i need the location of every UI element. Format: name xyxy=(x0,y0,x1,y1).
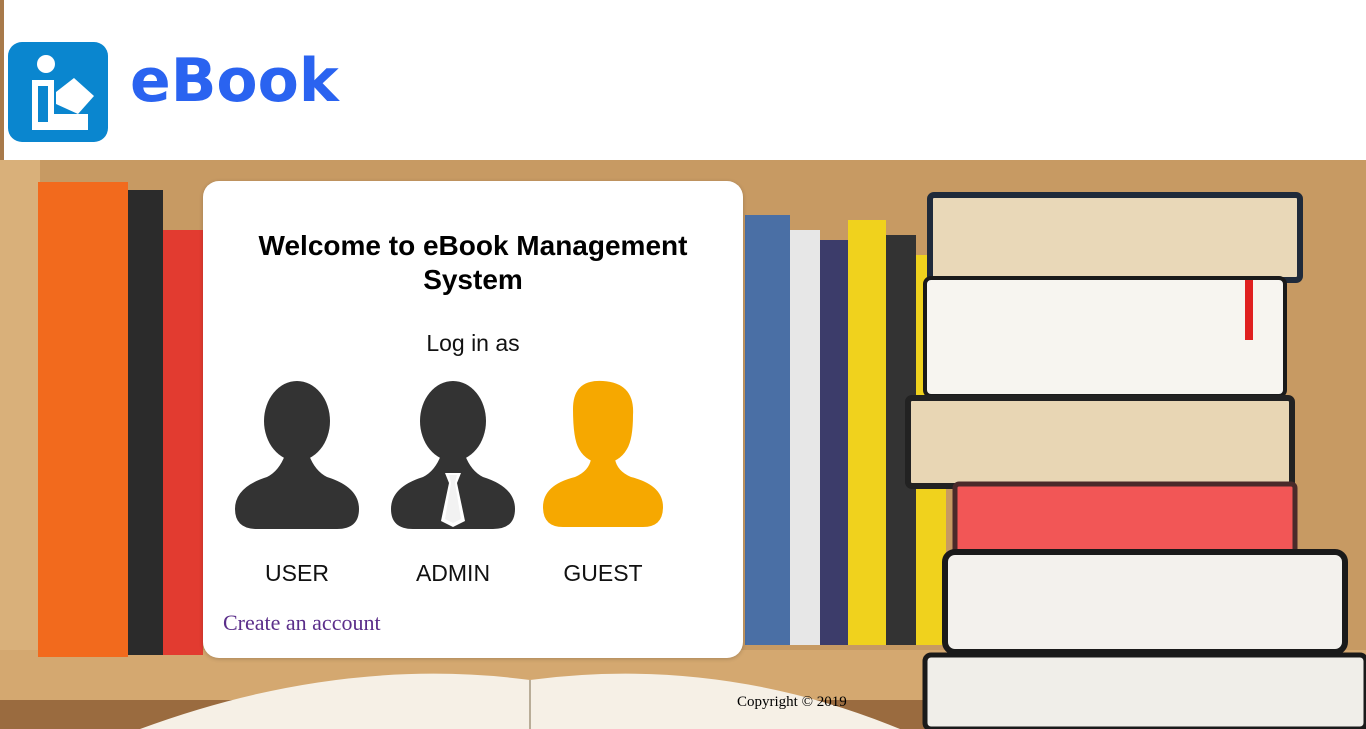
header: eBook xyxy=(0,0,1366,160)
login-card: Welcome to eBook Management System Log i… xyxy=(203,181,743,658)
user-label: USER xyxy=(265,560,329,586)
brand-title[interactable]: eBook xyxy=(130,48,339,114)
copyright-text: Copyright © 2019 xyxy=(737,694,847,710)
guest-label: GUEST xyxy=(563,560,643,586)
welcome-title: Welcome to eBook Management System xyxy=(258,230,688,295)
create-account-link[interactable]: Create an account xyxy=(223,610,381,636)
user-silhouette-icon xyxy=(235,381,359,529)
reading-person-icon xyxy=(32,55,94,130)
logo[interactable] xyxy=(8,42,108,142)
admin-login-option[interactable]: ADMIN xyxy=(383,379,523,586)
guest-silhouette-icon xyxy=(543,380,663,527)
login-as-label: Log in as xyxy=(426,330,520,356)
user-login-option[interactable]: USER xyxy=(227,379,367,586)
guest-login-option[interactable]: GUEST xyxy=(533,379,673,586)
admin-label: ADMIN xyxy=(415,560,491,586)
admin-silhouette-icon xyxy=(391,381,515,529)
